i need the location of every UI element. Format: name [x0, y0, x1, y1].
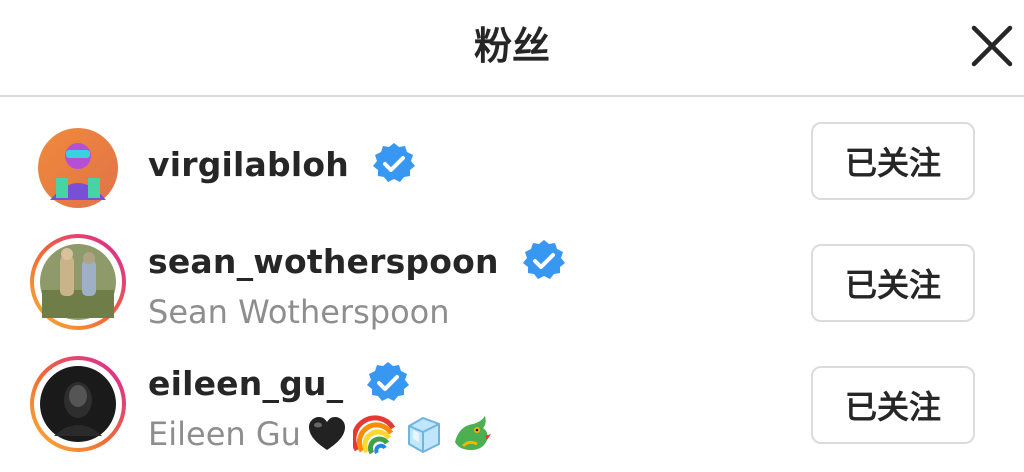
follower-row: sean_wotherspoon Sean Wotherspoon 已关注 [0, 222, 1024, 344]
dialog-header: 粉丝 [0, 0, 1024, 97]
username-line: eileen_gu_ [148, 361, 411, 405]
verified-badge-icon [365, 360, 411, 406]
avatar[interactable] [30, 120, 126, 216]
avatar[interactable] [30, 356, 126, 452]
username[interactable]: virgilabloh [148, 145, 349, 184]
follower-row: eileen_gu_ Eileen Gu 已关注 [0, 344, 1024, 466]
username[interactable]: sean_wotherspoon [148, 242, 499, 281]
username-line: sean_wotherspoon [148, 239, 567, 283]
fullname-line: Eileen Gu [148, 412, 493, 456]
ice-cube-emoji-icon [401, 412, 445, 456]
dialog-title: 粉丝 [473, 24, 550, 68]
verified-badge-icon [371, 141, 417, 187]
follower-row: virgilabloh 已关注 [0, 100, 1024, 222]
full-name: Sean Wotherspoon [148, 293, 450, 331]
username-line: virgilabloh [148, 142, 417, 186]
following-button[interactable]: 已关注 [811, 122, 975, 200]
close-icon[interactable] [966, 20, 1018, 72]
full-name: Eileen Gu [148, 415, 301, 453]
username[interactable]: eileen_gu_ [148, 364, 343, 403]
avatar[interactable] [30, 234, 126, 330]
following-button[interactable]: 已关注 [811, 244, 975, 322]
rainbow-emoji-icon [351, 412, 397, 456]
dragon-emoji-icon [449, 412, 493, 456]
verified-badge-icon [521, 238, 567, 284]
following-button[interactable]: 已关注 [811, 366, 975, 444]
fullname-line: Sean Wotherspoon [148, 290, 450, 334]
black-heart-emoji-icon [305, 412, 349, 456]
